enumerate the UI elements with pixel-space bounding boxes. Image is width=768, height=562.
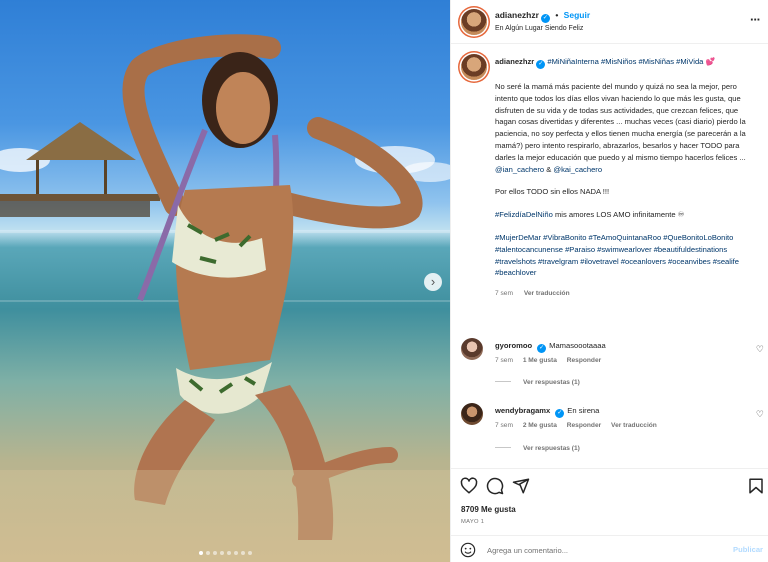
reply-button[interactable]: Responder	[567, 422, 601, 429]
commenter-username[interactable]: gyoromoo	[495, 341, 532, 350]
author-name-row: adianezhzr ✓ • Seguir	[495, 10, 590, 23]
comment-time[interactable]: 7 sem	[495, 357, 513, 364]
hashtag-list[interactable]: #MujerDeMar #VibraBonito #TeAmoQuintanaR…	[495, 233, 739, 277]
comment-time[interactable]: 7 sem	[495, 422, 513, 429]
translation-link[interactable]: Ver traducción	[611, 422, 657, 429]
separator-dot: •	[555, 10, 559, 20]
caption-avatar[interactable]	[461, 54, 487, 80]
comment-text: En sirena	[567, 406, 600, 415]
caption-username[interactable]: adianezhzr	[495, 57, 534, 66]
emoji-icon[interactable]	[460, 542, 476, 558]
carousel-dot	[212, 551, 217, 555]
caption-paragraph-2: Por ellos TODO sin ellos NADA !!!	[495, 187, 610, 197]
comment-icon[interactable]	[486, 477, 504, 495]
post-location[interactable]: En Algún Lugar Siendo Feliz	[495, 25, 583, 32]
caption-header: adianezhzr ✓ #MiNiñaInterna #MisNiños #Mi…	[495, 56, 759, 69]
carousel-dot	[240, 551, 245, 555]
caption-paragraph-3: #FelizdíaDelNiño mis amores LOS AMO infi…	[495, 209, 759, 221]
view-replies-button[interactable]: Ver respuestas (1)	[495, 445, 580, 452]
comment-like-icon[interactable]: ♡	[756, 409, 764, 420]
comment-meta: 7 sem 2 Me gusta Responder Ver traducció…	[495, 422, 665, 429]
heart-icon[interactable]	[460, 477, 478, 495]
view-replies-button[interactable]: Ver respuestas (1)	[495, 379, 580, 386]
author-username[interactable]: adianezhzr	[495, 10, 539, 20]
verified-icon: ✓	[555, 409, 565, 418]
caption-meta: 7 sem Ver traducción	[495, 288, 759, 300]
mention-link[interactable]: @ian_cachero	[495, 165, 544, 174]
post-actions: 8709 Me gusta MAYO 1	[451, 468, 768, 530]
caption-text: mis amores LOS AMO infinitamente ♾	[552, 210, 685, 220]
caption-body: adianezhzr ✓ #MiNiñaInterna #MisNiños #Mi…	[495, 56, 759, 300]
carousel-dot	[219, 551, 224, 555]
post-photo[interactable]: ›	[0, 0, 450, 562]
comment-text-row: gyoromoo ✓ Mamasoootaaaa	[495, 341, 606, 353]
mention-link[interactable]: @kai_cachero	[553, 165, 602, 174]
commenter-avatar[interactable]	[461, 338, 483, 360]
reply-button[interactable]: Responder	[567, 357, 601, 364]
comments-scroll-area[interactable]: adianezhzr ✓ #MiNiñaInterna #MisNiños #Mi…	[451, 45, 768, 468]
post-date[interactable]: MAYO 1	[461, 519, 484, 525]
caption-time[interactable]: 7 sem	[495, 290, 513, 297]
post-header: adianezhzr ✓ • Seguir En Algún Lugar Sien…	[451, 0, 768, 44]
carousel-dot	[226, 551, 231, 555]
likes-count[interactable]: 8709 Me gusta	[461, 505, 516, 514]
caption-hashtags-bottom: #MujerDeMar #VibraBonito #TeAmoQuintanaR…	[495, 232, 759, 279]
caption-hashtags-top[interactable]: #MiNiñaInterna #MisNiños #MisNiñas #MiVi…	[547, 57, 715, 66]
commenter-avatar[interactable]	[461, 403, 483, 425]
comment-like-icon[interactable]: ♡	[756, 344, 764, 355]
add-comment-bar: Publicar	[451, 535, 768, 562]
chevron-right-icon: ›	[430, 274, 436, 289]
comment-input[interactable]	[487, 543, 717, 557]
verified-icon: ✓	[537, 344, 547, 353]
carousel-dot	[247, 551, 252, 555]
post-details-panel: adianezhzr ✓ • Seguir En Algún Lugar Sien…	[450, 0, 768, 562]
commenter-username[interactable]: wendybragamx	[495, 406, 550, 415]
verified-icon: ✓	[536, 60, 546, 69]
carousel-dot	[205, 551, 210, 555]
caption-text: No seré la mamá más paciente del mundo y…	[495, 82, 746, 162]
carousel-indicator	[0, 551, 450, 555]
share-icon[interactable]	[512, 477, 530, 495]
beach-photo-illustration	[0, 34, 450, 562]
comment-text: Mamasoootaaaa	[549, 341, 606, 350]
verified-icon: ✓	[540, 14, 550, 23]
follow-button[interactable]: Seguir	[564, 10, 590, 20]
carousel-next-button[interactable]: ›	[424, 273, 442, 291]
hashtag-link[interactable]: #FelizdíaDelNiño	[495, 210, 553, 219]
translation-link[interactable]: Ver traducción	[524, 290, 570, 297]
caption-paragraph-1: No seré la mamá más paciente del mundo y…	[495, 81, 759, 175]
save-icon[interactable]	[747, 477, 765, 495]
comment-text-row: wendybragamx ✓ En sirena	[495, 406, 599, 418]
carousel-dot	[198, 551, 203, 555]
comment-likes[interactable]: 2 Me gusta	[523, 422, 557, 429]
carousel-dot	[233, 551, 238, 555]
comment-likes[interactable]: 1 Me gusta	[523, 357, 557, 364]
post-comment-button[interactable]: Publicar	[733, 545, 763, 554]
mention-join: &	[544, 164, 554, 174]
more-options-icon[interactable]: ···	[750, 12, 761, 27]
comment-meta: 7 sem 1 Me gusta Responder	[495, 357, 609, 364]
author-avatar[interactable]	[461, 9, 487, 35]
